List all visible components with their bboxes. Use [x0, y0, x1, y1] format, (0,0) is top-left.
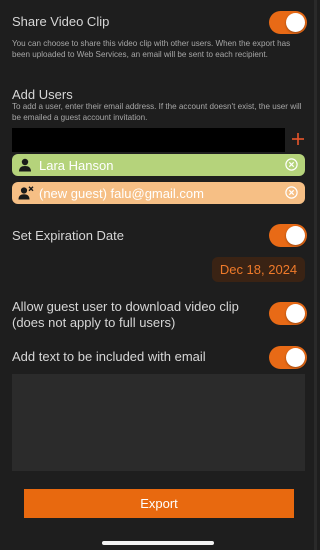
share-export-panel: Share Video Clip You can choose to share… — [0, 0, 317, 550]
user-chip-full: Lara Hanson — [12, 154, 305, 176]
email-text-toggle[interactable] — [269, 346, 307, 369]
expiration-date-picker[interactable]: Dec 18, 2024 — [212, 257, 305, 282]
export-button[interactable]: Export — [24, 489, 294, 518]
share-video-clip-toggle[interactable] — [269, 11, 307, 34]
email-text-title: Add text to be included with email — [12, 349, 206, 364]
toggle-knob — [286, 304, 305, 323]
toggle-knob — [286, 226, 305, 245]
guest-download-toggle[interactable] — [269, 302, 307, 325]
remove-user-icon[interactable] — [285, 186, 298, 199]
right-edge-divider — [314, 0, 317, 550]
email-text-area[interactable] — [12, 374, 305, 471]
person-icon — [19, 158, 31, 172]
expiration-toggle[interactable] — [269, 224, 307, 247]
remove-user-icon[interactable] — [285, 158, 298, 171]
user-chip-label: (new guest) falu@gmail.com — [39, 186, 204, 201]
add-users-help: To add a user, enter their email address… — [12, 102, 302, 122]
home-indicator — [102, 541, 214, 545]
email-input[interactable] — [12, 128, 285, 152]
add-users-title: Add Users — [12, 87, 73, 102]
plus-icon[interactable] — [290, 131, 306, 147]
share-video-clip-help: You can choose to share this video clip … — [12, 39, 291, 59]
person-x-icon — [18, 186, 34, 200]
share-video-clip-title: Share Video Clip — [12, 14, 110, 29]
toggle-knob — [286, 348, 305, 367]
toggle-knob — [286, 13, 305, 32]
expiration-title: Set Expiration Date — [12, 228, 125, 243]
user-chip-guest: (new guest) falu@gmail.com — [12, 182, 305, 204]
user-chip-label: Lara Hanson — [39, 158, 114, 173]
guest-download-title: Allow guest user to download video clip … — [12, 299, 239, 330]
